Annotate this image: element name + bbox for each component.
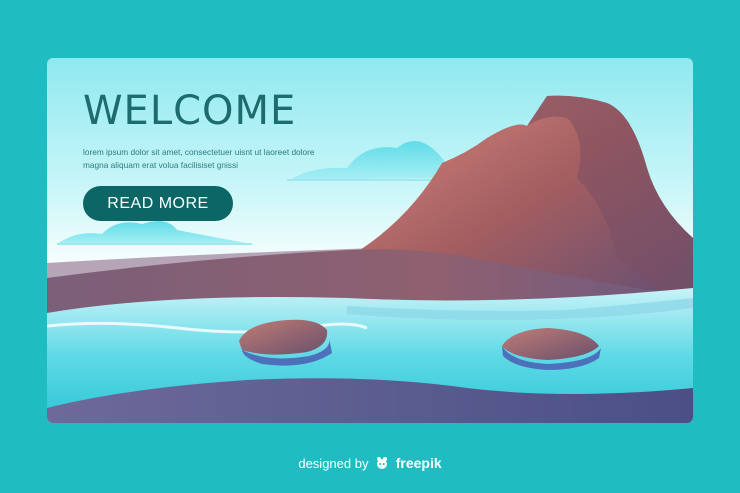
attribution-prefix: designed by	[298, 456, 369, 471]
freepik-link[interactable]: freepik	[396, 455, 442, 471]
landing-card: WELCOME lorem ipsum dolor sit amet, cons…	[47, 58, 693, 423]
page-title: WELCOME	[83, 88, 297, 134]
attribution: designed by freepik	[0, 455, 740, 471]
read-more-button[interactable]: READ MORE	[83, 186, 233, 221]
intro-text: lorem ipsum dolor sit amet, consectetuer…	[83, 147, 315, 170]
cloud-left	[57, 221, 252, 244]
freepik-logo-icon	[372, 456, 396, 471]
